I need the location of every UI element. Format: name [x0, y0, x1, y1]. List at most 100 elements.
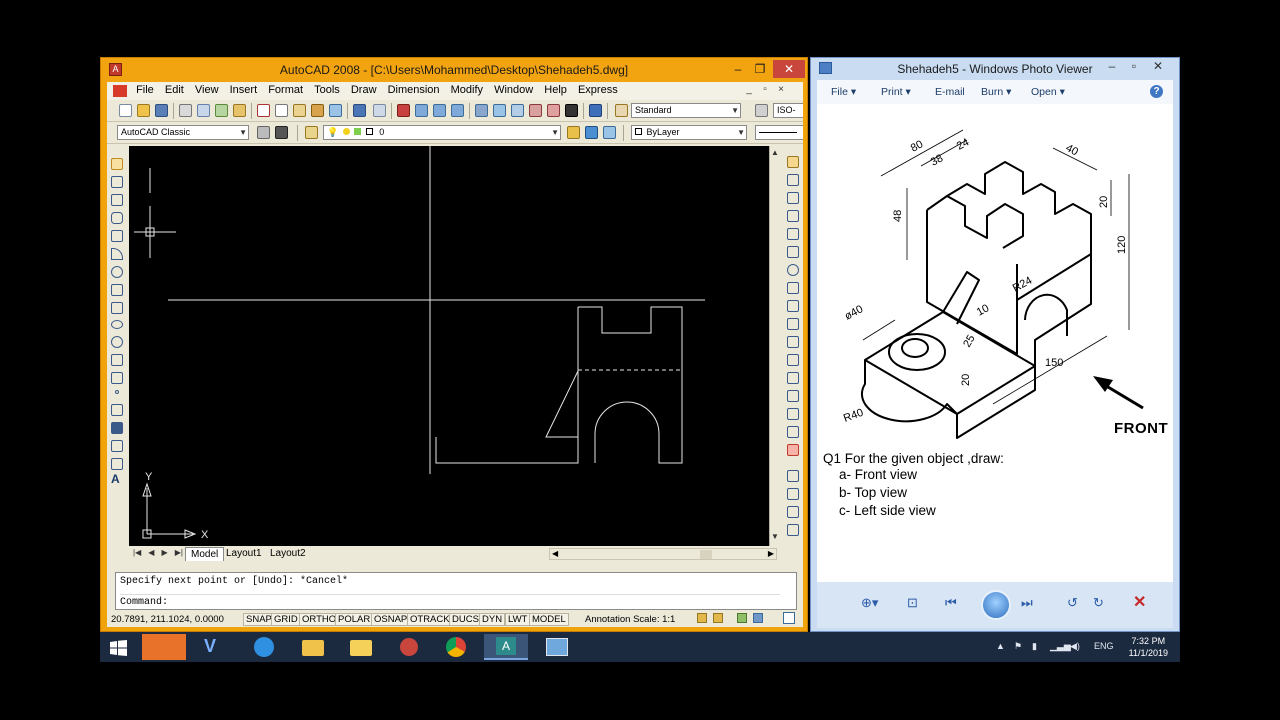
text-style-select[interactable]: Standard ▼	[631, 103, 741, 118]
polyline-icon[interactable]	[111, 194, 123, 206]
taskbar-app-files[interactable]	[338, 634, 382, 660]
draworder-back-icon[interactable]	[787, 506, 799, 518]
document-icon[interactable]	[113, 85, 127, 97]
3d-dwf-icon[interactable]	[233, 104, 246, 117]
scroll-left-icon[interactable]: ◀	[552, 549, 558, 558]
taskbar-app-ie[interactable]	[242, 634, 286, 660]
viewer-menu-open[interactable]: Open ▾	[1031, 86, 1065, 98]
menu-express[interactable]: Express	[574, 82, 622, 98]
coordinates-display[interactable]: 20.7891, 211.1024, 0.0000	[111, 614, 224, 625]
taskbar-app-visual-studio[interactable]: V	[192, 634, 236, 660]
move-icon[interactable]	[787, 246, 799, 258]
chamfer-icon[interactable]	[787, 408, 799, 420]
delete-icon[interactable]: ✕	[1133, 592, 1146, 612]
scroll-up-icon[interactable]: ▲	[771, 148, 779, 157]
viewer-restore-button[interactable]: ▫	[1123, 59, 1145, 73]
zoom-previous-icon[interactable]	[451, 104, 464, 117]
menu-help[interactable]: Help	[540, 82, 571, 98]
text-style-icon[interactable]	[615, 104, 628, 117]
plot-preview-icon[interactable]	[197, 104, 210, 117]
command-line[interactable]: Specify next point or [Undo]: *Cancel* C…	[115, 572, 797, 610]
gradient-icon[interactable]	[111, 422, 123, 434]
copy-object-icon[interactable]	[787, 174, 799, 186]
last-tab-icon[interactable]: ▶|	[175, 548, 183, 557]
ellipse-icon[interactable]	[111, 320, 123, 329]
workspace-lock-icon[interactable]	[275, 126, 288, 139]
erase-icon[interactable]	[787, 156, 799, 168]
construction-line-icon[interactable]	[111, 176, 123, 188]
taskbar-app-chrome[interactable]	[434, 634, 478, 660]
annotation-scale[interactable]: Annotation Scale: 1:1	[585, 614, 675, 625]
table-icon[interactable]	[111, 458, 123, 470]
grid-toggle[interactable]: GRID	[271, 613, 301, 626]
revision-cloud-icon[interactable]	[111, 284, 123, 296]
publish-icon[interactable]	[215, 104, 228, 117]
annotation-visibility-icon[interactable]	[697, 613, 707, 623]
calculator-icon[interactable]	[565, 104, 578, 117]
tool-palettes-icon[interactable]	[511, 104, 524, 117]
first-tab-icon[interactable]: |◀	[133, 548, 141, 557]
viewer-menu-file[interactable]: File ▾	[831, 86, 856, 98]
extend-icon[interactable]	[787, 336, 799, 348]
doc-restore-button[interactable]: ▫	[759, 84, 771, 95]
new-icon[interactable]	[119, 104, 132, 117]
menu-draw[interactable]: Draw	[347, 82, 381, 98]
restore-button[interactable]: ❐	[749, 60, 771, 78]
toolbar-lock-icon[interactable]	[737, 613, 747, 623]
minimize-button[interactable]: –	[727, 60, 749, 78]
doc-close-button[interactable]: ×	[775, 84, 787, 95]
spline-icon[interactable]	[111, 302, 123, 314]
trim-icon[interactable]	[787, 318, 799, 330]
menu-view[interactable]: View	[191, 82, 223, 98]
dyn-toggle[interactable]: DYN	[479, 613, 506, 626]
workspace-settings-icon[interactable]	[257, 126, 270, 139]
viewer-menu-print[interactable]: Print ▾	[881, 86, 911, 98]
mirror-icon[interactable]	[787, 192, 799, 204]
stretch-icon[interactable]	[787, 300, 799, 312]
rotate-right-icon[interactable]: ↻	[1093, 595, 1104, 611]
properties-icon[interactable]	[475, 104, 488, 117]
doc-minimize-button[interactable]: _	[743, 84, 755, 95]
draworder-above-icon[interactable]	[787, 524, 799, 536]
color-select[interactable]: ByLayer ▼	[631, 125, 747, 140]
autocad-titlebar[interactable]: A AutoCAD 2008 - [C:\Users\Mohammed\Desk…	[101, 58, 807, 82]
taskbar-clock[interactable]: 7:32 PM 11/1/2019	[1129, 635, 1168, 659]
rotate-left-icon[interactable]: ↺	[1067, 595, 1078, 611]
viewer-titlebar[interactable]: Shehadeh5 - Windows Photo Viewer – ▫ ✕	[811, 58, 1179, 80]
region-icon[interactable]	[111, 440, 123, 452]
model-toggle[interactable]: MODEL	[529, 613, 569, 626]
next-icon[interactable]: ⏭	[1021, 595, 1033, 611]
menu-file[interactable]: File	[132, 82, 158, 98]
viewer-minimize-button[interactable]: –	[1101, 59, 1123, 73]
save-icon[interactable]	[155, 104, 168, 117]
scroll-thumb[interactable]	[700, 550, 712, 559]
scale-icon[interactable]	[787, 282, 799, 294]
taskbar-app-explorer[interactable]	[290, 634, 334, 660]
show-hidden-icons-icon[interactable]: ▲	[996, 641, 1005, 651]
array-icon[interactable]	[787, 228, 799, 240]
layer-manager-icon[interactable]	[305, 126, 318, 139]
menu-tools[interactable]: Tools	[310, 82, 344, 98]
point-icon[interactable]	[115, 390, 119, 394]
redo-icon[interactable]	[373, 104, 386, 117]
break-icon[interactable]	[787, 372, 799, 384]
join-icon[interactable]	[787, 390, 799, 402]
taskbar-app-autocad[interactable]: A	[484, 634, 528, 660]
zoom-icon[interactable]: ⊕▾	[861, 595, 878, 611]
lwt-toggle[interactable]: LWT	[505, 613, 531, 626]
flag-icon[interactable]: ⚑	[1014, 641, 1022, 652]
tab-model[interactable]: Model	[185, 547, 225, 561]
clean-screen-icon[interactable]	[783, 612, 795, 624]
block-editor-icon[interactable]	[329, 104, 342, 117]
rotate-icon[interactable]	[787, 264, 799, 276]
break-at-point-icon[interactable]	[787, 354, 799, 366]
line-tool-icon[interactable]	[111, 158, 123, 170]
markup-icon[interactable]	[547, 104, 560, 117]
drawing-canvas[interactable]: Y X	[129, 146, 769, 546]
multiline-text-icon[interactable]: A	[111, 472, 120, 486]
ortho-toggle[interactable]: ORTHO	[299, 613, 340, 626]
explode-icon[interactable]	[787, 444, 799, 456]
osnap-toggle[interactable]: OSNAP	[371, 613, 411, 626]
draworder-icon[interactable]	[787, 470, 799, 482]
ellipse-arc-icon[interactable]	[111, 336, 123, 348]
